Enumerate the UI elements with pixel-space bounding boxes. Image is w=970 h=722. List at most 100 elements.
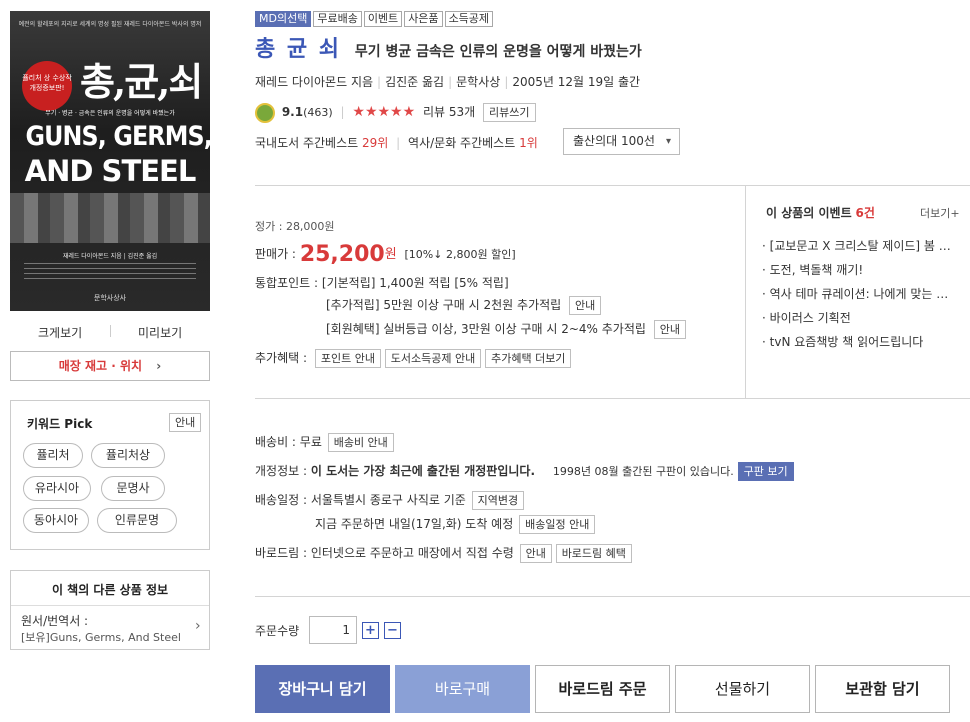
sale-price-row: 판매가 : 25,200원 [10%↓ 2,800원 할인] xyxy=(255,240,516,268)
keyword-title: 키워드 Pick xyxy=(27,417,93,431)
event-item[interactable]: · 역사 테마 큐레이션: 나에게 맞는 … xyxy=(762,282,962,306)
tag-event: 이벤트 xyxy=(363,11,403,27)
event-more-link[interactable]: 더보기+ xyxy=(920,205,960,221)
points-extra-row: [추가적립] 5만원 이상 구매 시 2천원 추가적립 안내 xyxy=(326,296,602,315)
shipping-fee-row: 배송비 : 무료 배송비 안내 xyxy=(255,433,394,452)
old-edition-button[interactable]: 구판 보기 xyxy=(737,462,794,481)
point-info-button[interactable]: 포인트 안내 xyxy=(314,349,381,368)
keyword-chip[interactable]: 유라시아 xyxy=(23,476,91,501)
buy-now-button[interactable]: 바로구매 xyxy=(395,665,530,713)
schedule-detail-row: 지금 주문하면 내일(17일,화) 도착 예정 배송일정 안내 xyxy=(315,515,596,534)
schedule-info-button[interactable]: 배송일정 안내 xyxy=(519,515,596,534)
review-count[interactable]: 53개 xyxy=(449,105,475,119)
tag-tax: 소득공제 xyxy=(444,11,494,27)
author-row: 재레드 다이아몬드 지음 | 김진준 옮김 | 문학사상 | 2005년 12월 19일 출… xyxy=(255,75,641,89)
other-product-title: 이 책의 다른 상품 정보 xyxy=(51,583,169,597)
sale-price: 25,200 xyxy=(299,242,385,267)
schedule-row: 배송일정 : 서울특별시 종로구 사직로 기준 지역변경 xyxy=(255,491,525,510)
best-history-rank: 1위 xyxy=(519,136,538,150)
list-dropdown-value: 출산의대 100선 xyxy=(573,134,655,148)
keyword-chip[interactable]: 퓰리처상 xyxy=(91,443,165,468)
event-item[interactable]: · 도전, 벽돌책 깨기! xyxy=(762,258,962,282)
bestseller-row: 국내도서 주간베스트 29위 | 역사/문화 주간베스트 1위 xyxy=(255,136,538,150)
wishlist-button[interactable]: 보관함 담기 xyxy=(815,665,950,713)
baro-benefit-button[interactable]: 바로드림 혜택 xyxy=(555,544,632,563)
keyword-chip[interactable]: 문명사 xyxy=(101,476,165,501)
points-member-info-button[interactable]: 안내 xyxy=(653,320,686,339)
keyword-chip[interactable]: 동아시아 xyxy=(23,508,89,533)
points-member: [회원혜택] 실버등급 이상, 3만원 이상 구매 시 2~4% 추가적립 xyxy=(326,322,646,336)
add-to-cart-button[interactable]: 장바구니 담기 xyxy=(255,665,390,713)
cover-title-ko: 총,균,쇠 xyxy=(80,59,203,104)
baro-row: 바로드림 : 인터넷으로 주문하고 매장에서 직접 수령 안내 바로드림 혜택 xyxy=(255,544,632,563)
event-count: 6건 xyxy=(855,206,875,220)
points-member-row: [회원혜택] 실버등급 이상, 3만원 이상 구매 시 2~4% 추가적립 안내 xyxy=(326,320,686,339)
revision-label: 개정정보 : xyxy=(255,464,308,478)
points-basic: [기본적립] 1,400원 적립 [5% 적립] xyxy=(321,276,509,290)
sale-label: 판매가 : xyxy=(255,247,296,261)
review-label: 리뷰 xyxy=(422,105,446,119)
author-link[interactable]: 재레드 다이아몬드 지음 xyxy=(255,75,373,89)
other-label: 원서/번역서 : xyxy=(21,614,89,628)
baro-order-button[interactable]: 바로드림 주문 xyxy=(535,665,670,713)
shipping-fee: 배송비 : 무료 xyxy=(255,435,322,449)
region-change-button[interactable]: 지역변경 xyxy=(471,491,525,510)
divider-vertical xyxy=(745,186,746,398)
qty-minus-button[interactable]: − xyxy=(384,622,401,639)
qty-label: 주문수량 xyxy=(255,624,300,638)
review-write-button[interactable]: 리뷰쓰기 xyxy=(483,103,536,122)
chevron-right-icon: › xyxy=(156,359,162,373)
publisher-link[interactable]: 문학사상 xyxy=(456,75,500,89)
cover-publisher: 문학사상사 xyxy=(93,294,127,302)
chevron-right-icon: › xyxy=(195,618,201,634)
keyword-pick-box: 키워드 Pick 안내 퓰리처 퓰리처상 유라시아 문명사 동아시아 인류문명 xyxy=(10,400,210,550)
pub-date: 2005년 12월 19일 출간 xyxy=(512,75,641,89)
event-list: · [교보문고 X 크리스탈 제이드] 봄 … · 도전, 벽돌책 깨기! · … xyxy=(762,234,962,354)
shipping-fee-info-button[interactable]: 배송비 안내 xyxy=(327,433,394,452)
more-benefit-button[interactable]: 추가혜택 더보기 xyxy=(485,349,572,368)
revision-text: 이 도서는 가장 최근에 출간된 개정판입니다. xyxy=(310,464,536,478)
points-extra-info-button[interactable]: 안내 xyxy=(569,296,602,315)
cover-photo xyxy=(10,193,210,243)
event-title: 이 상품의 이벤트 xyxy=(766,206,852,220)
schedule-label: 배송일정 : 서울특별시 종로구 사직로 기준 xyxy=(255,493,466,507)
tag-free-shipping: 무료배송 xyxy=(313,11,362,27)
event-item[interactable]: · [교보문고 X 크리스탈 제이드] 봄 … xyxy=(762,234,962,258)
keyword-chip[interactable]: 퓰리처 xyxy=(23,443,83,468)
event-item[interactable]: · 바이러스 기획전 xyxy=(762,306,962,330)
page-subtitle: 무기 병균 금속은 인류의 운명을 어떻게 바꿨는가 xyxy=(354,44,642,60)
qty-input[interactable]: 1 xyxy=(309,616,357,644)
keyword-chip[interactable]: 인류문명 xyxy=(97,508,177,533)
benefit-label: 추가혜택 : xyxy=(255,351,308,365)
qty-plus-button[interactable]: + xyxy=(362,622,379,639)
zoom-link[interactable]: 크게보기 xyxy=(38,324,82,341)
points-extra: [추가적립] 5만원 이상 구매 시 2천원 추가적립 xyxy=(326,298,562,312)
baro-info-button[interactable]: 안내 xyxy=(519,544,552,563)
list-price: 정가 : 28,000원 xyxy=(255,220,335,233)
store-stock-button[interactable]: 매장 재고 · 위치 › xyxy=(10,351,210,381)
list-dropdown[interactable]: 출산의대 100선 ▾ xyxy=(563,128,680,155)
discount: [10%↓ 2,800원 할인] xyxy=(404,248,516,261)
keyword-info-button[interactable]: 안내 xyxy=(169,413,202,432)
tag-row: MD의선택 무료배송 이벤트 사은품 소득공제 xyxy=(255,11,495,27)
event-header: 이 상품의 이벤트 6건 xyxy=(766,204,875,221)
event-item[interactable]: · tvN 요즘책방 책 읽어드립니다 xyxy=(762,330,962,354)
rating-row: 9.1(463) | ★★★★★ 리뷰 53개 리뷰쓰기 xyxy=(255,102,536,123)
gift-button[interactable]: 선물하기 xyxy=(675,665,810,713)
cover-body-text xyxy=(24,263,196,283)
tax-deduction-button[interactable]: 도서소득공제 안내 xyxy=(384,349,482,368)
best-history-label[interactable]: 역사/문화 주간베스트 xyxy=(408,136,515,150)
other-value: [보유]Guns, Germs, And Steel xyxy=(21,631,181,644)
translator-link[interactable]: 김진준 옮김 xyxy=(385,75,444,89)
other-product-link[interactable]: 원서/번역서 : [보유]Guns, Germs, And Steel › xyxy=(11,606,209,650)
book-cover[interactable]: 예전의 할레포의 지리로 세계의 명성 필된 재레드 다이아몬드 박사의 명저 … xyxy=(10,11,210,311)
tag-md: MD의선택 xyxy=(255,11,312,27)
best-domestic-label[interactable]: 국내도서 주간베스트 xyxy=(255,136,358,150)
divider-top xyxy=(255,185,970,186)
cover-title-en-1: GUNS, GERMS, xyxy=(25,121,210,152)
preview-link[interactable]: 미리보기 xyxy=(138,324,182,341)
other-product-box: 이 책의 다른 상품 정보 원서/번역서 : [보유]Guns, Germs, … xyxy=(10,570,210,650)
benefit-row: 추가혜택 : 포인트 안내 도서소득공제 안내 추가혜택 더보기 xyxy=(255,349,572,368)
tag-gift: 사은품 xyxy=(404,11,443,27)
rating-score: 9.1 xyxy=(281,105,304,119)
